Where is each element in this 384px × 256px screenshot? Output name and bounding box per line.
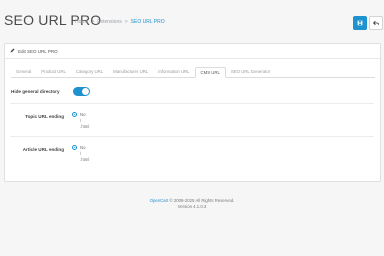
back-button[interactable] [369, 16, 383, 30]
tab-manufacturer-url[interactable]: Manufacturer URL [108, 66, 153, 77]
topic-url-ending-label: Topic URL ending [25, 114, 64, 119]
radio-label: No [80, 111, 86, 117]
tab-cms-url[interactable]: CMS URL [194, 67, 226, 78]
panel-heading-text: Edit SEO URL PRO [18, 48, 58, 54]
tab-general[interactable]: General [11, 66, 36, 77]
radio-button[interactable] [72, 144, 77, 150]
tab-category-url[interactable]: Category URL [71, 66, 108, 77]
tab-bar: General Product URL Category URL Manufac… [11, 66, 375, 78]
radio-option-html[interactable]: .html [72, 123, 89, 129]
radio-option-html[interactable]: .html [72, 156, 89, 162]
tab-information-url[interactable]: Information URL [153, 66, 194, 77]
article-url-ending-label: Article URL ending [22, 147, 64, 152]
footer-version: Version 4.1.0.3 [177, 204, 207, 209]
radio-label: .html [80, 156, 90, 162]
save-icon [357, 20, 363, 26]
footer-brand-link[interactable]: OpenCart [150, 198, 169, 203]
panel-heading: Edit SEO URL PRO [5, 44, 380, 59]
topic-url-ending-options: No / .html [72, 111, 89, 129]
page-header: SEO URL PRO Home > Extensions > SEO URL PRO [0, 0, 384, 40]
radio-label: No [80, 144, 86, 150]
radio-label: / [80, 150, 82, 156]
save-button[interactable] [353, 16, 367, 30]
divider [10, 136, 374, 137]
pencil-icon [10, 48, 15, 54]
breadcrumb-home[interactable]: Home [75, 19, 88, 25]
hide-general-directory-label: Hide general directory [11, 89, 60, 94]
breadcrumb-separator: > [91, 19, 95, 25]
footer: OpenCart © 2009-2025 All Rights Reserved… [0, 198, 384, 210]
tab-product-url[interactable]: Product URL [36, 66, 71, 77]
breadcrumb-extensions[interactable]: Extensions [97, 19, 121, 25]
article-url-ending-options: No / .html [72, 144, 89, 162]
hide-general-directory-toggle[interactable] [73, 87, 90, 96]
breadcrumb: Home > Extensions > SEO URL PRO [75, 19, 165, 25]
radio-label: / [80, 117, 82, 123]
radio-label: .html [80, 123, 90, 129]
divider [10, 103, 374, 104]
toggle-knob [82, 88, 89, 95]
breadcrumb-separator: > [124, 19, 128, 25]
edit-panel: Edit SEO URL PRO General Product URL Cat… [4, 43, 381, 182]
breadcrumb-current[interactable]: SEO URL PRO [131, 19, 165, 25]
back-arrow-icon [373, 20, 379, 26]
radio-button[interactable] [72, 111, 77, 117]
tab-seo-url-generator[interactable]: SEO URL Generator [226, 66, 275, 77]
footer-copyright: © 2009-2025 All Rights Reserved. [169, 198, 235, 203]
